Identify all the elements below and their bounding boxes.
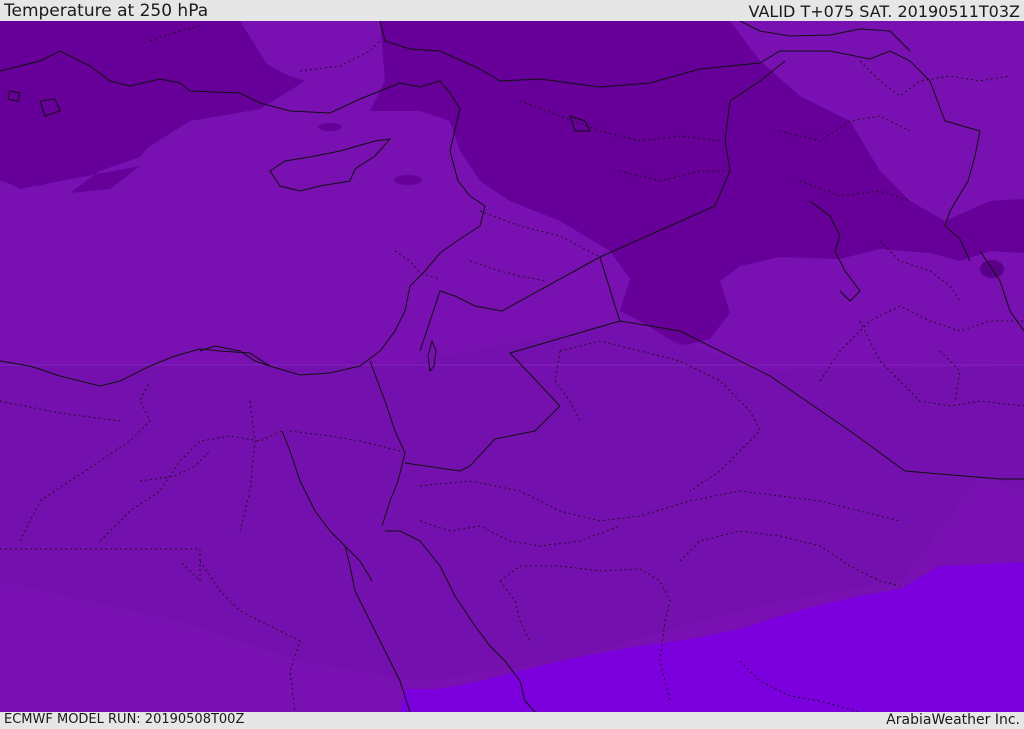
header-bar: Temperature at 250 hPa VALID T+075 SAT. … [0,0,1024,21]
valid-time: VALID T+075 SAT. 20190511T03Z [748,2,1020,21]
temperature-map[interactable] [0,21,1024,712]
map-title: Temperature at 250 hPa [4,1,209,21]
footer-bar: ECMWF MODEL RUN: 20190508T00Z ArabiaWeat… [0,712,1024,729]
temperature-field-cold-blob [394,175,422,185]
credit-label: ArabiaWeather Inc. [886,712,1020,728]
model-run-label: ECMWF MODEL RUN: 20190508T00Z [4,712,245,727]
temperature-field-cold-blob [318,123,342,131]
